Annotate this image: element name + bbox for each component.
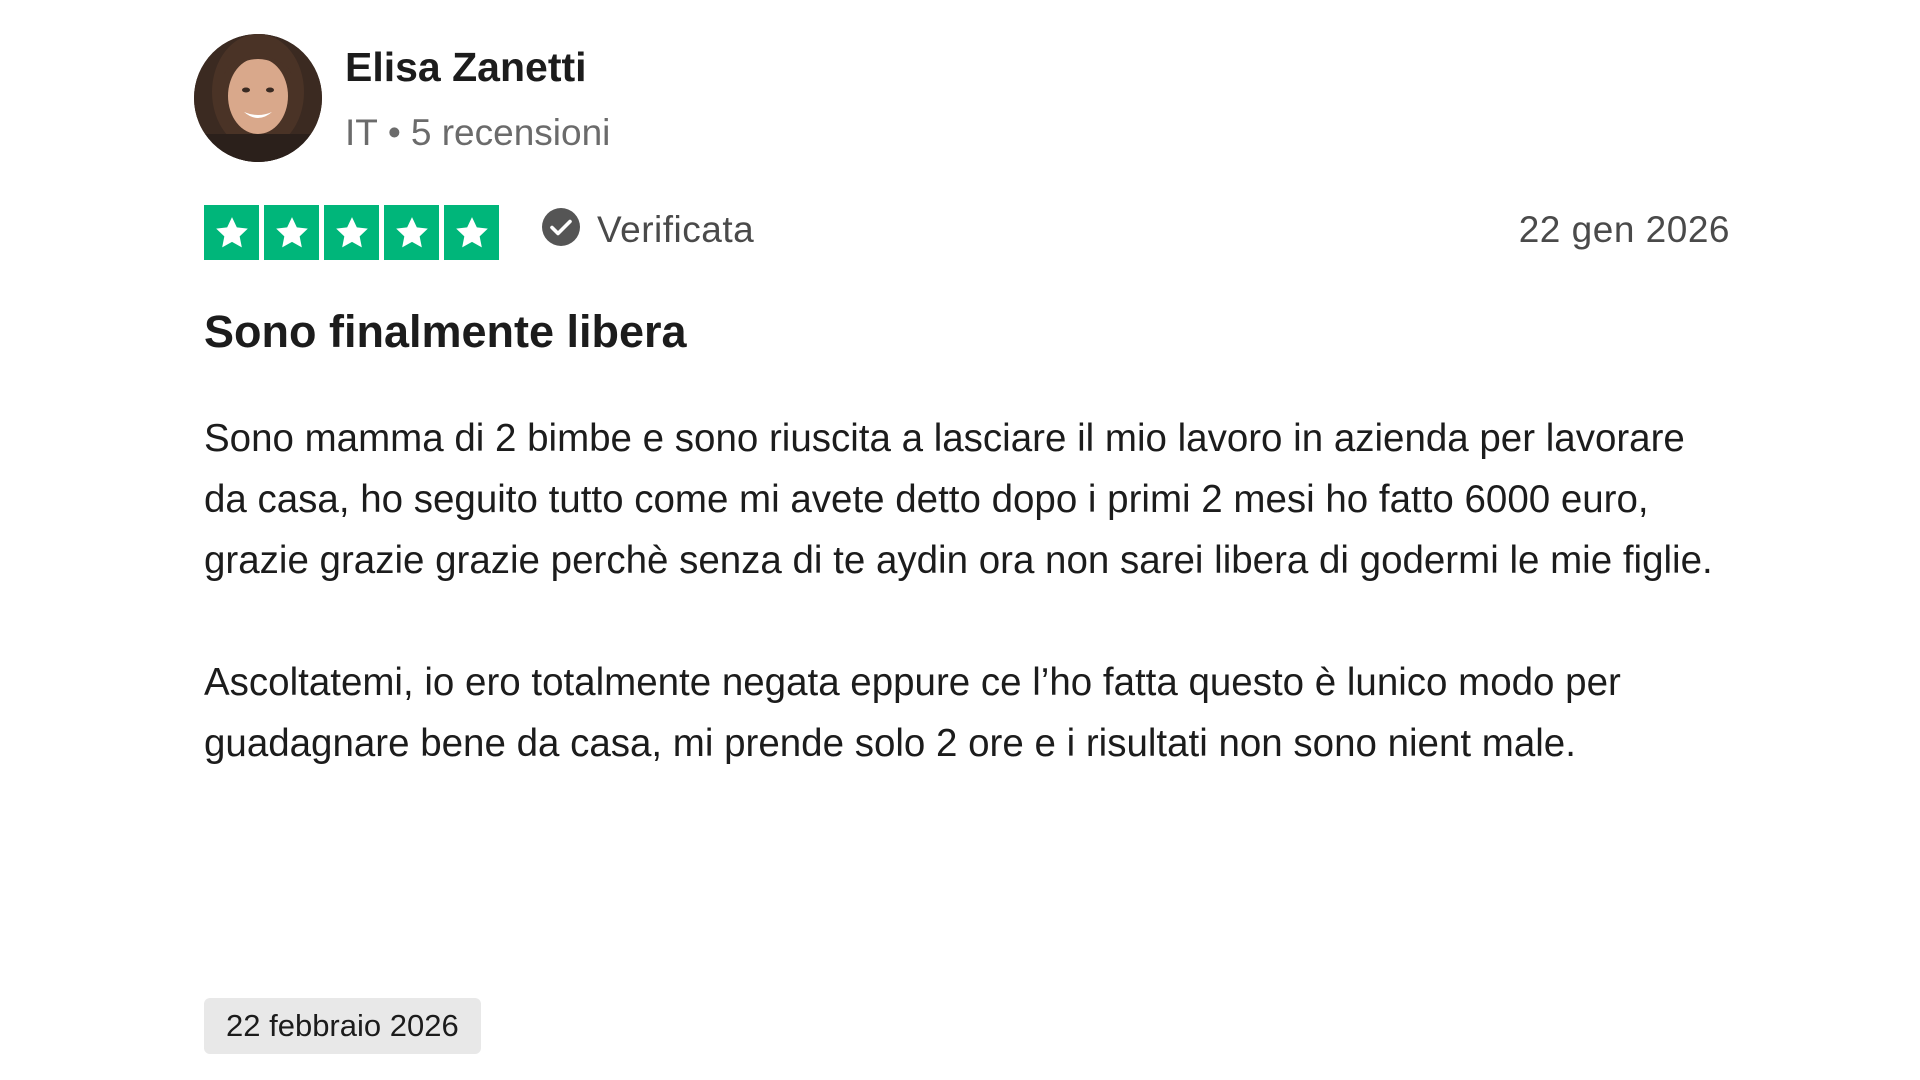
star-rating	[204, 205, 499, 260]
review-date: 22 gen 2026	[1518, 209, 1730, 250]
reviewer-country: IT	[345, 112, 378, 153]
star-icon	[204, 205, 259, 260]
star-icon	[264, 205, 319, 260]
meta-separator: •	[387, 112, 401, 153]
review-paragraph: Ascoltatemi, io ero totalmente negata ep…	[204, 661, 1621, 765]
star-icon	[444, 205, 499, 260]
review-paragraph: Sono mamma di 2 bimbe e sono riuscita a …	[204, 417, 1713, 582]
reviewer-meta: IT • 5 recensioni	[345, 112, 610, 154]
star-icon	[384, 205, 439, 260]
review-card: Elisa Zanetti IT • 5 recensioni Verificata	[0, 0, 1920, 1080]
experience-date-badge: 22 febbraio 2026	[204, 998, 481, 1054]
verified-label: Verificata	[597, 208, 755, 250]
star-icon	[324, 205, 379, 260]
review-title: Sono finalmente libera	[204, 306, 687, 357]
avatar[interactable]	[194, 34, 322, 162]
review-body: Sono mamma di 2 bimbe e sono riuscita a …	[204, 408, 1724, 774]
verified-badge[interactable]: Verificata	[541, 207, 754, 252]
reviewer-reviews-count: 5 recensioni	[410, 112, 611, 153]
check-circle-icon	[541, 207, 581, 252]
reviewer-name[interactable]: Elisa Zanetti	[345, 44, 587, 91]
